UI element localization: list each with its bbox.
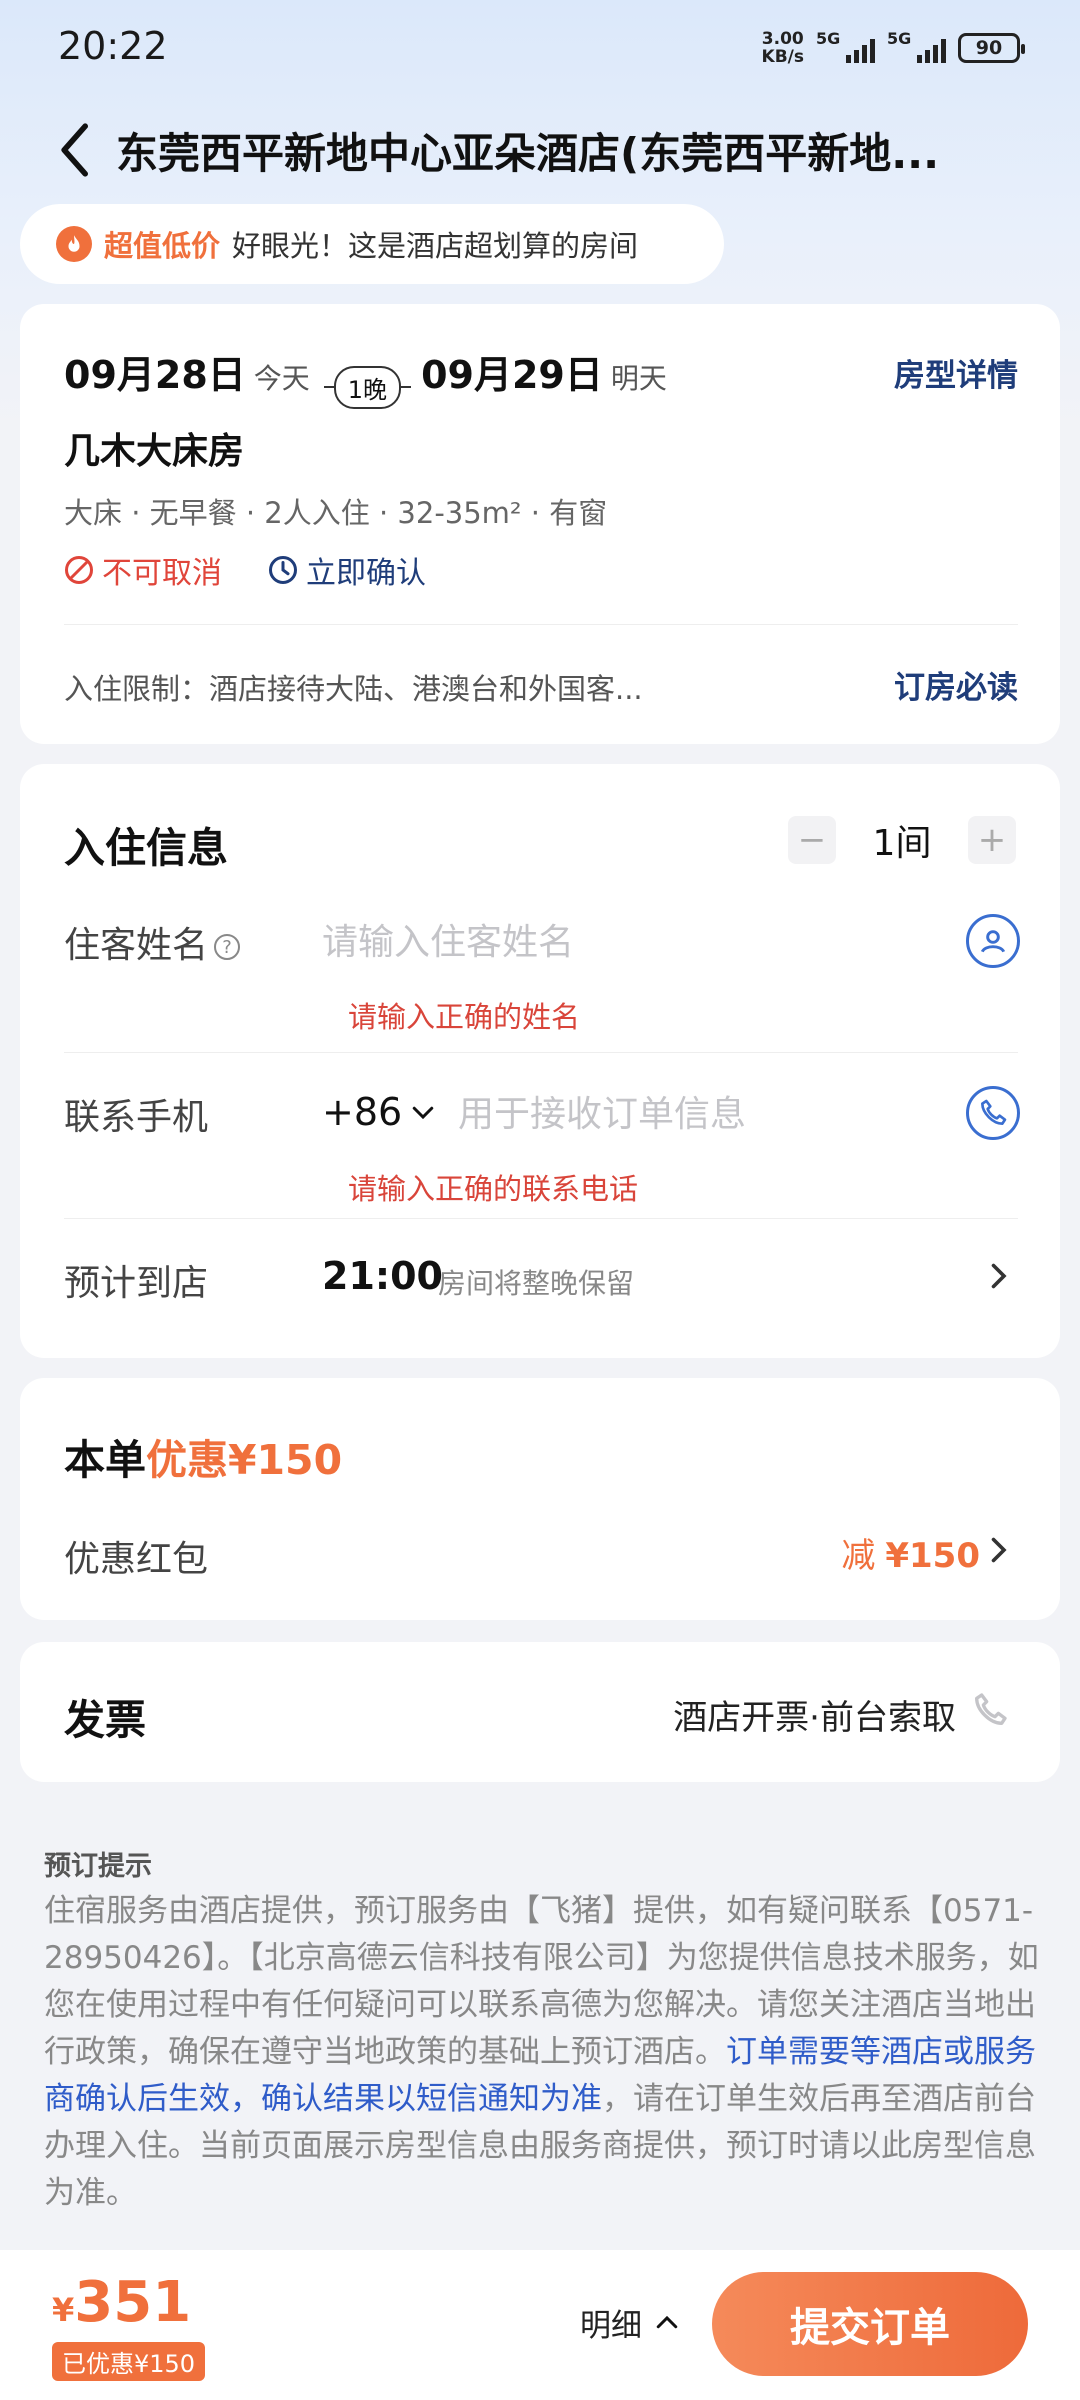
back-button[interactable] (56, 118, 106, 182)
divider (64, 1218, 1018, 1219)
room-card: 09月28日 今天 1晚 09月29日 明天 房型详情 几木大床房 大床 · 无… (20, 304, 1060, 744)
price-detail-button[interactable]: 明细 (580, 2300, 682, 2345)
network-speed-value: 3.00 (761, 29, 804, 49)
confirm-policy-text: 立即确认 (306, 556, 426, 591)
promo-banner: 超值低价 好眼光！这是酒店超划算的房间 (20, 204, 724, 284)
battery-level: 90 (975, 37, 1003, 59)
bottom-bar: ¥351 已优惠¥150 明细 提交订单 (0, 2250, 1080, 2400)
chevron-up-icon (656, 2315, 678, 2328)
guest-info-card: 入住信息 − 1间 + 住客姓名? 请输入正确的姓名 联系手机 +86 请输入正… (20, 764, 1060, 1358)
room-detail-link[interactable]: 房型详情 (894, 350, 1018, 395)
chevron-right-icon[interactable] (980, 1532, 1016, 1568)
saved-badge: 已优惠¥150 (52, 2342, 206, 2381)
phone-input[interactable] (458, 1086, 938, 1142)
instant-confirm-policy: 立即确认 (268, 548, 426, 592)
network-speed: 3.00 KB/s (762, 30, 804, 66)
red-packet-amount: ¥150 (885, 1536, 980, 1576)
phone-icon[interactable] (970, 1690, 1010, 1730)
stay-dates: 09月28日 今天 1晚 09月29日 明天 (64, 344, 667, 409)
status-icons: 3.00 KB/s 5G 5G 90 (762, 29, 1025, 66)
notice-text: 住宿服务由酒店提供，预订服务由【飞猪】提供，如有疑问联系【0571-289504… (44, 1888, 1044, 2217)
discount-title-prefix: 本单 (64, 1436, 146, 1484)
room-count-stepper: − 1间 + (788, 814, 1016, 866)
booking-notes-link[interactable]: 订房必读 (894, 662, 1018, 707)
checkin-date: 09月28日 (64, 353, 246, 397)
page-header: 东莞西平新地中心亚朵酒店(东莞西平新地... (0, 110, 1080, 190)
decrease-rooms-button[interactable]: − (788, 816, 836, 864)
invoice-title: 发票 (64, 1696, 146, 1744)
arrival-time[interactable]: 21:00 (322, 1254, 443, 1298)
status-bar: 20:22 3.00 KB/s 5G 5G 90 (0, 0, 1080, 100)
discount-title-amount: 优惠¥150 (146, 1436, 343, 1484)
red-packet-value[interactable]: 减 ¥150 (841, 1528, 980, 1577)
increase-rooms-button[interactable]: + (968, 816, 1016, 864)
room-name: 几木大床房 (64, 431, 245, 472)
total-amount: 351 (74, 2270, 192, 2335)
checkout-date: 09月29日 (421, 353, 603, 397)
nights-indicator: 1晚 (323, 365, 412, 409)
arrival-note: 房间将整晚保留 (438, 1267, 635, 1300)
promo-tag: 超值低价 (104, 229, 221, 263)
guest-name-error: 请输入正确的姓名 (348, 1000, 581, 1034)
room-count: 1间 (872, 823, 932, 864)
help-icon[interactable]: ? (214, 934, 241, 960)
battery-icon: 90 (958, 33, 1025, 63)
chevron-left-icon (61, 123, 88, 177)
red-packet-prefix: 减 (841, 1536, 876, 1576)
divider (64, 624, 1018, 625)
guest-name-input[interactable] (322, 914, 942, 970)
no-cancel-policy: 不可取消 (64, 548, 222, 592)
chevron-down-icon (412, 1106, 434, 1120)
signal-icon-2: 5G (887, 29, 946, 63)
price-detail-label: 明细 (580, 2308, 642, 2344)
promo-text: 好眼光！这是酒店超划算的房间 (232, 229, 639, 263)
country-code-select[interactable]: +86 (322, 1090, 438, 1134)
notice-title: 预订提示 (44, 1851, 152, 1882)
country-code-value: +86 (322, 1090, 403, 1134)
checkin-label: 今天 (253, 362, 310, 395)
total-price: ¥351 (52, 2270, 191, 2335)
arrival-label: 预计到店 (64, 1263, 209, 1304)
invoice-card: 发票 酒店开票·前台索取 (20, 1642, 1060, 1782)
network-type-label-2: 5G (887, 29, 912, 48)
chevron-right-icon[interactable] (980, 1258, 1016, 1294)
room-attributes: 大床 · 无早餐 · 2人入住 · 32-35m² · 有窗 (64, 496, 608, 530)
discount-title: 本单优惠¥150 (64, 1426, 342, 1486)
discount-card: 本单优惠¥150 优惠红包 减 ¥150 (20, 1378, 1060, 1620)
phone-icon[interactable] (966, 1086, 1020, 1140)
phone-error: 请输入正确的联系电话 (348, 1172, 639, 1206)
phone-label: 联系手机 (64, 1097, 209, 1138)
guest-name-label: 住客姓名? (64, 916, 241, 968)
contact-picker-icon[interactable] (966, 914, 1020, 968)
invoice-value: 酒店开票·前台索取 (673, 1698, 956, 1738)
currency-symbol: ¥ (52, 2291, 75, 2329)
guest-name-label-text: 住客姓名 (64, 925, 209, 966)
forbidden-icon (65, 556, 93, 584)
flame-icon (56, 226, 92, 262)
red-packet-label: 优惠红包 (64, 1539, 209, 1580)
clock-icon (269, 556, 297, 584)
guest-info-title: 入住信息 (64, 824, 228, 872)
submit-order-button[interactable]: 提交订单 (712, 2272, 1028, 2376)
cancel-policy-text: 不可取消 (102, 556, 222, 591)
checkout-label: 明天 (610, 362, 667, 395)
page-title: 东莞西平新地中心亚朵酒店(东莞西平新地... (116, 129, 940, 178)
checkin-restriction: 入住限制：酒店接待大陆、港澳台和外国客... (64, 672, 643, 706)
policy-row: 不可取消 立即确认 (64, 548, 426, 592)
status-time: 20:22 (58, 24, 168, 68)
nights-count: 1晚 (333, 365, 402, 409)
signal-icon: 5G (816, 29, 875, 63)
divider (64, 1052, 1018, 1053)
network-type-label: 5G (816, 29, 841, 48)
network-speed-unit: KB/s (761, 47, 804, 67)
